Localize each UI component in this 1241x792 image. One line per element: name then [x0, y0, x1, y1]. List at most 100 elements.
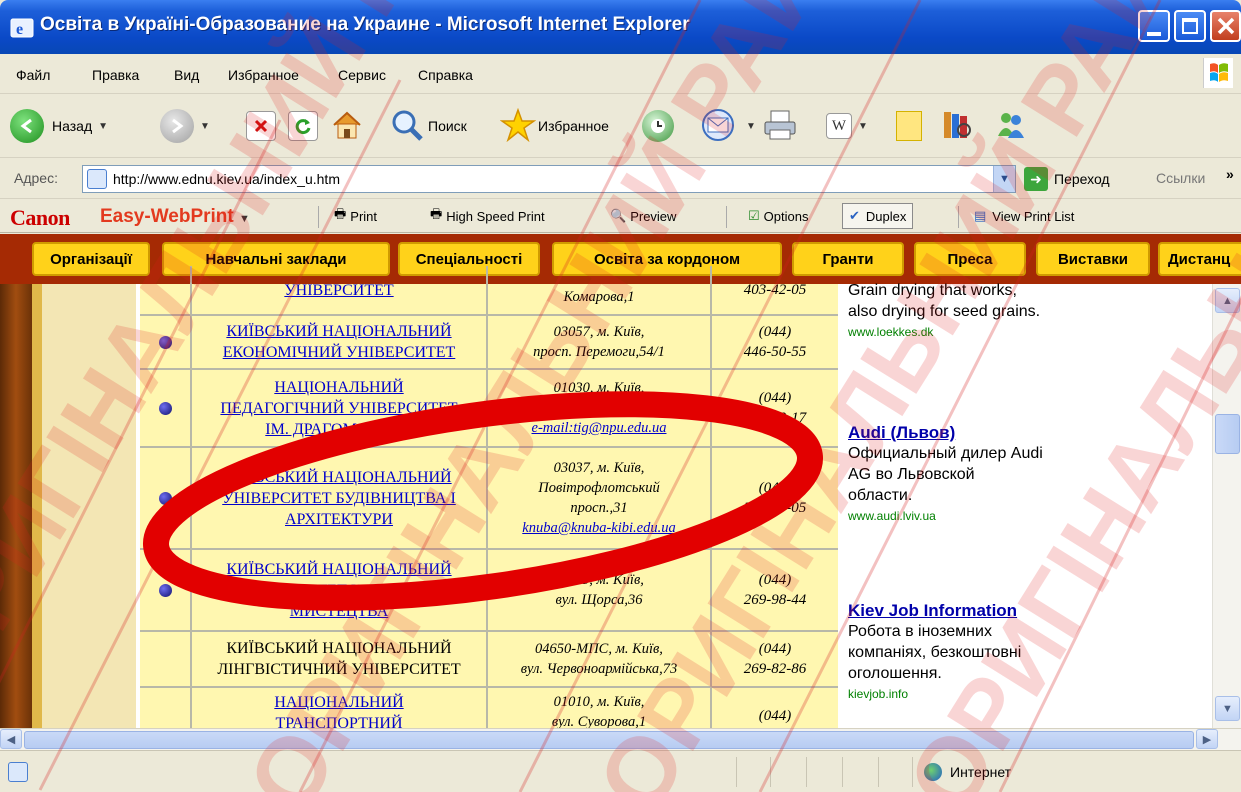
address-input[interactable]: http://www.ednu.kiev.ua/index_u.htm ▼ — [82, 165, 1016, 193]
table-row: УНІВЕРСИТЕТ Комарова,1 403-42-05 — [140, 266, 838, 316]
bullet-cell — [140, 550, 192, 630]
messenger-button[interactable] — [994, 103, 1028, 149]
ad-title-link[interactable]: Audi (Львов) — [848, 422, 1043, 443]
high-speed-print-button[interactable]: 🖶 High Speed Print — [424, 203, 551, 229]
page-status-icon — [8, 762, 28, 782]
edit-button[interactable]: W ▼ — [826, 103, 868, 149]
back-arrow-icon — [10, 109, 44, 143]
duplex-button[interactable]: ✔ Duplex — [842, 203, 914, 229]
research-button[interactable] — [940, 103, 974, 149]
chevron-down-icon[interactable]: ▼ — [858, 121, 868, 132]
menu-view[interactable]: Вид — [174, 67, 199, 83]
left-decoration — [42, 284, 136, 728]
email-link[interactable]: e-mail:tig@npu.edu.ua — [532, 418, 667, 438]
print-button[interactable]: 🖶 Print — [328, 203, 383, 229]
name-cell[interactable]: КИЇВСЬКИЙ НАЦІОНАЛЬНИЙ УНІВЕРСИТЕТ БУДІВ… — [192, 448, 488, 548]
name-cell[interactable]: КИЇВСЬКИЙ НАЦІОНАЛЬНИЙ УНІВЕРСИТЕТ КУЛЬТ… — [192, 550, 488, 630]
university-link[interactable]: АРХІТЕКТУРИ — [285, 509, 393, 530]
printer-icon: 🖶 — [430, 206, 443, 221]
refresh-button[interactable] — [288, 103, 318, 149]
history-button[interactable] — [642, 103, 674, 149]
mail-icon — [700, 108, 740, 145]
chevron-right-icon[interactable]: » — [1226, 166, 1234, 182]
go-button[interactable]: ➜ Переход — [1024, 166, 1110, 192]
university-link[interactable]: КИЇВСЬКИЙ НАЦІОНАЛЬНИЙ — [226, 559, 451, 580]
bullet-cell — [140, 448, 192, 548]
email-link[interactable]: knuba@knuba-kibi.edu.ua — [522, 518, 675, 538]
menu-favorites[interactable]: Избранное — [228, 67, 299, 83]
ad-block[interactable]: Kiev Job Information Робота в іноземних … — [848, 600, 1021, 705]
scroll-thumb[interactable] — [1215, 414, 1240, 454]
favorites-button[interactable]: Избранное — [499, 103, 609, 149]
chevron-down-icon[interactable]: ▼ — [200, 121, 210, 132]
scroll-left-button[interactable]: ◀ — [0, 729, 22, 749]
university-link[interactable]: ТРАНСПОРТНИЙ — [275, 713, 402, 728]
name-cell[interactable]: НАЦІОНАЛЬНИЙ ТРАНСПОРТНИЙ — [192, 688, 488, 728]
nav-distance[interactable]: Дистанц — [1158, 242, 1241, 276]
view-print-list-button[interactable]: ▤ View Print List — [968, 203, 1080, 229]
links-label[interactable]: Ссылки — [1156, 170, 1205, 186]
university-link[interactable]: КИЇВСЬКИЙ НАЦІОНАЛЬНИЙ — [226, 467, 451, 488]
scroll-down-button[interactable]: ▼ — [1215, 696, 1240, 721]
preview-button[interactable]: 🔍 Preview — [604, 203, 682, 229]
table-row: КИЇВСЬКИЙ НАЦІОНАЛЬНИЙ ЛІНГВІСТИЧНИЙ УНІ… — [140, 632, 838, 688]
bullet-icon — [158, 583, 172, 597]
horizontal-scrollbar[interactable]: ◀ ▶ — [0, 728, 1241, 750]
mail-button[interactable]: ▼ — [700, 103, 756, 149]
university-link[interactable]: НАЦІОНАЛЬНИЙ — [274, 692, 403, 713]
ad-title-link[interactable]: Kiev Job Information — [848, 600, 1021, 621]
menu-tools[interactable]: Сервис — [338, 67, 386, 83]
ad-url[interactable]: www.audi.lviv.ua — [848, 506, 1043, 527]
menu-help[interactable]: Справка — [418, 67, 473, 83]
name-cell[interactable]: КИЇВСЬКИЙ НАЦІОНАЛЬНИЙ ЕКОНОМІЧНИЙ УНІВЕ… — [192, 316, 488, 368]
scroll-right-button[interactable]: ▶ — [1196, 729, 1218, 749]
home-button[interactable] — [330, 103, 364, 149]
nav-exhibitions[interactable]: Виставки — [1036, 242, 1150, 276]
nav-organizations[interactable]: Організації — [32, 242, 150, 276]
window-title: Освіта в Україні-Образование на Украине … — [40, 14, 690, 35]
stop-button[interactable] — [246, 103, 276, 149]
university-link[interactable]: КИЇВСЬКИЙ НАЦІОНАЛЬНИЙ — [226, 321, 451, 342]
scroll-thumb[interactable] — [24, 731, 1194, 749]
ad-url[interactable]: kievjob.info — [848, 684, 1021, 705]
print-button[interactable] — [762, 103, 798, 149]
back-button[interactable]: Назад ▼ — [10, 103, 108, 149]
university-link[interactable]: НАЦІОНАЛЬНИЙ — [274, 377, 403, 398]
menu-bar: Файл Правка Вид Избранное Сервис Справка — [0, 54, 1241, 94]
name-cell: УНІВЕРСИТЕТ — [192, 266, 488, 314]
status-bar: Интернет — [0, 750, 1241, 792]
university-link[interactable]: ПЕДАГОГІЧНИЙ УНІВЕРСИТЕТ — [220, 398, 457, 419]
university-link[interactable]: УНІВЕРСИТЕТ БУДІВНИЦТВА І — [222, 488, 456, 509]
ad-block[interactable]: Audi (Львов) Официальный дилер Audi AG в… — [848, 422, 1043, 527]
phone-cell: (044) 446-50-55 — [743, 324, 807, 360]
address-url[interactable]: http://www.ednu.kiev.ua/index_u.htm — [113, 171, 340, 187]
forward-button[interactable]: ▼ — [160, 103, 210, 149]
discuss-button[interactable] — [896, 103, 922, 149]
options-button[interactable]: ☑ Options — [742, 203, 814, 229]
chevron-down-icon[interactable]: ▼ — [98, 121, 108, 132]
scroll-up-button[interactable]: ▲ — [1215, 288, 1240, 313]
easy-webprint-menu[interactable]: Easy-WebPrint ▼ — [100, 206, 250, 228]
university-link[interactable]: УНІВЕРСИТЕТ КУЛЬТУРИ І — [238, 580, 441, 601]
name-cell[interactable]: НАЦІОНАЛЬНИЙ ПЕДАГОГІЧНИЙ УНІВЕРСИТЕТ ІМ… — [192, 370, 488, 446]
university-link[interactable]: ІМ. ДРАГОМАНОВА — [265, 419, 412, 440]
maximize-button[interactable] — [1174, 10, 1206, 42]
minimize-button[interactable] — [1138, 10, 1170, 42]
nav-press[interactable]: Преса — [914, 242, 1026, 276]
separator — [958, 206, 959, 228]
printer-icon — [762, 108, 798, 145]
search-button[interactable]: Поиск — [390, 103, 467, 149]
university-link[interactable]: МИСТЕЦТВА — [290, 601, 389, 622]
left-decoration — [32, 284, 42, 728]
university-link[interactable]: УНІВЕРСИТЕТ — [284, 280, 393, 301]
chevron-down-icon[interactable]: ▼ — [993, 166, 1015, 192]
close-button[interactable] — [1210, 10, 1241, 42]
university-link[interactable]: ЕКОНОМІЧНИЙ УНІВЕРСИТЕТ — [223, 342, 456, 363]
canon-webprint-bar: Canon Easy-WebPrint ▼ 🖶 Print 🖶 High Speed… — [0, 200, 1241, 233]
vertical-scrollbar[interactable]: ▲ ▼ — [1212, 284, 1241, 728]
menu-file[interactable]: Файл — [16, 67, 50, 83]
ad-url[interactable]: www.loekkes.dk — [848, 322, 1040, 343]
ad-block[interactable]: Grain drying that works, also drying for… — [848, 280, 1040, 343]
chevron-down-icon[interactable]: ▼ — [746, 121, 756, 132]
menu-edit[interactable]: Правка — [92, 67, 139, 83]
